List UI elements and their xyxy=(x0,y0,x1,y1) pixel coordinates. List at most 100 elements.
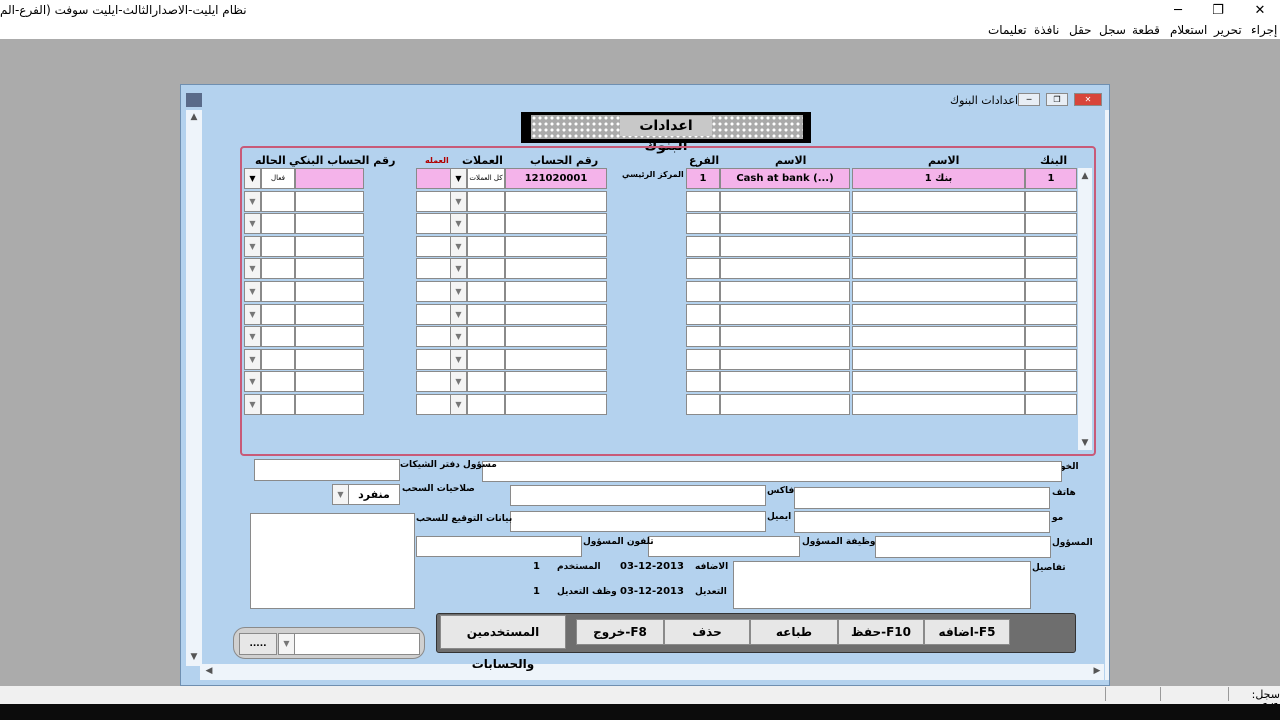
scroll-left-icon[interactable]: ◀ xyxy=(202,666,216,676)
menu-action[interactable]: إجراء xyxy=(1251,23,1277,37)
check-book-officer-field[interactable] xyxy=(254,459,400,481)
officer-field[interactable] xyxy=(875,536,1051,558)
cell-status[interactable]: فعال xyxy=(261,168,295,189)
users-accounts-button[interactable]: المستخدمين والحسابات xyxy=(440,615,566,671)
cell-currency[interactable] xyxy=(416,326,451,348)
currency-dropdown-icon[interactable]: ▼ xyxy=(450,394,467,415)
cell-status[interactable] xyxy=(261,281,295,302)
cell-name-en[interactable] xyxy=(720,213,850,235)
cell-name[interactable] xyxy=(852,281,1025,302)
cell-currencies[interactable] xyxy=(467,326,505,348)
cell-branch[interactable] xyxy=(686,213,720,235)
cell-status[interactable] xyxy=(261,326,295,348)
cell-account-number[interactable] xyxy=(505,190,607,212)
cell-account-number[interactable] xyxy=(505,326,607,348)
lookup-field[interactable] xyxy=(294,633,420,655)
cell-name-en[interactable] xyxy=(720,190,850,212)
officer-phone-field[interactable] xyxy=(416,536,582,557)
cell-status[interactable] xyxy=(261,394,295,415)
cell-currency[interactable] xyxy=(416,213,451,235)
cell-status[interactable] xyxy=(261,258,295,280)
cell-currencies[interactable] xyxy=(467,190,505,212)
currency-dropdown-icon[interactable]: ▼ xyxy=(450,168,467,189)
cell-currencies[interactable] xyxy=(467,371,505,393)
mobile-field[interactable] xyxy=(794,511,1050,533)
cell-name-en[interactable] xyxy=(720,394,850,415)
withdraw-permission-field[interactable]: منفرد xyxy=(348,484,400,505)
signature-data-field[interactable] xyxy=(250,513,415,609)
minimize-button[interactable]: ─ xyxy=(1158,0,1198,22)
cell-currency[interactable] xyxy=(416,303,451,325)
cell-currencies[interactable]: كل العملات xyxy=(467,168,505,189)
cell-name[interactable] xyxy=(852,235,1025,257)
cell-status[interactable] xyxy=(261,348,295,370)
window-close-button[interactable]: ✕ xyxy=(1074,93,1102,106)
cell-name[interactable] xyxy=(852,213,1025,235)
currency-dropdown-icon[interactable]: ▼ xyxy=(450,281,467,302)
cell-currencies[interactable] xyxy=(467,281,505,302)
exit-button[interactable]: خروج-F8 xyxy=(576,619,664,645)
save-button[interactable]: حفظ-F10 xyxy=(838,619,924,645)
cell-bank-account-number[interactable] xyxy=(295,213,364,235)
grid-scroll-up-icon[interactable]: ▲ xyxy=(1078,171,1092,181)
cell-name[interactable] xyxy=(852,190,1025,212)
cell-branch[interactable] xyxy=(686,258,720,280)
cell-currencies[interactable] xyxy=(467,348,505,370)
lookup-dropdown-icon[interactable]: ▼ xyxy=(278,633,295,655)
cell-branch[interactable] xyxy=(686,326,720,348)
cell-status[interactable] xyxy=(261,303,295,325)
status-dropdown-icon[interactable]: ▼ xyxy=(244,371,261,393)
cell-status[interactable] xyxy=(261,235,295,257)
cell-name-en[interactable] xyxy=(720,303,850,325)
fax-field[interactable] xyxy=(510,485,766,506)
menu-help[interactable]: تعليمات xyxy=(988,23,1027,37)
scroll-right-icon[interactable]: ▶ xyxy=(1090,666,1104,676)
cell-name[interactable] xyxy=(852,326,1025,348)
add-button[interactable]: اضافه-F5 xyxy=(924,619,1010,645)
cell-name-en[interactable]: Cash at bank (...) xyxy=(720,168,850,189)
cell-branch[interactable] xyxy=(686,281,720,302)
cell-currency[interactable] xyxy=(416,394,451,415)
scroll-up-icon[interactable]: ▲ xyxy=(186,112,202,122)
cell-branch[interactable] xyxy=(686,235,720,257)
currency-dropdown-icon[interactable]: ▼ xyxy=(450,326,467,348)
cell-currency[interactable] xyxy=(416,371,451,393)
phone-field[interactable] xyxy=(794,487,1050,509)
cell-branch[interactable] xyxy=(686,394,720,415)
email-field[interactable] xyxy=(510,511,766,532)
cell-account-number[interactable] xyxy=(505,213,607,235)
status-dropdown-icon[interactable]: ▼ xyxy=(244,190,261,212)
cell-account-number[interactable]: 121020001 xyxy=(505,168,607,189)
menu-query[interactable]: استعلام xyxy=(1170,23,1207,37)
status-dropdown-icon[interactable]: ▼ xyxy=(244,348,261,370)
restore-button[interactable]: ❐ xyxy=(1198,0,1238,22)
cell-branch[interactable] xyxy=(686,190,720,212)
status-dropdown-icon[interactable]: ▼ xyxy=(244,326,261,348)
cell-name-en[interactable] xyxy=(720,281,850,302)
window-restore-button[interactable]: ❐ xyxy=(1046,93,1068,106)
cell-branch[interactable] xyxy=(686,303,720,325)
cell-currency[interactable] xyxy=(416,235,451,257)
cell-account-number[interactable] xyxy=(505,258,607,280)
status-dropdown-icon[interactable]: ▼ xyxy=(244,258,261,280)
window-horizontal-scrollbar[interactable] xyxy=(200,664,1104,680)
cell-bank-account-number[interactable] xyxy=(295,281,364,302)
cell-bank[interactable]: 1 xyxy=(1025,168,1077,189)
cell-bank-account-number[interactable] xyxy=(295,371,364,393)
cell-bank-account-number[interactable] xyxy=(295,258,364,280)
cell-currencies[interactable] xyxy=(467,394,505,415)
status-dropdown-icon[interactable]: ▼ xyxy=(244,213,261,235)
cell-bank-account-number[interactable] xyxy=(295,394,364,415)
cell-currency[interactable] xyxy=(416,168,451,189)
officer-job-field[interactable] xyxy=(648,536,800,557)
cell-bank[interactable] xyxy=(1025,371,1077,393)
menu-edit[interactable]: تحرير xyxy=(1214,23,1242,37)
cell-account-number[interactable] xyxy=(505,371,607,393)
cell-bank[interactable] xyxy=(1025,258,1077,280)
cell-name-en[interactable] xyxy=(720,326,850,348)
cell-currency[interactable] xyxy=(416,281,451,302)
cell-status[interactable] xyxy=(261,213,295,235)
alkhw-field[interactable] xyxy=(482,461,1062,482)
cell-account-number[interactable] xyxy=(505,303,607,325)
cell-branch[interactable] xyxy=(686,348,720,370)
